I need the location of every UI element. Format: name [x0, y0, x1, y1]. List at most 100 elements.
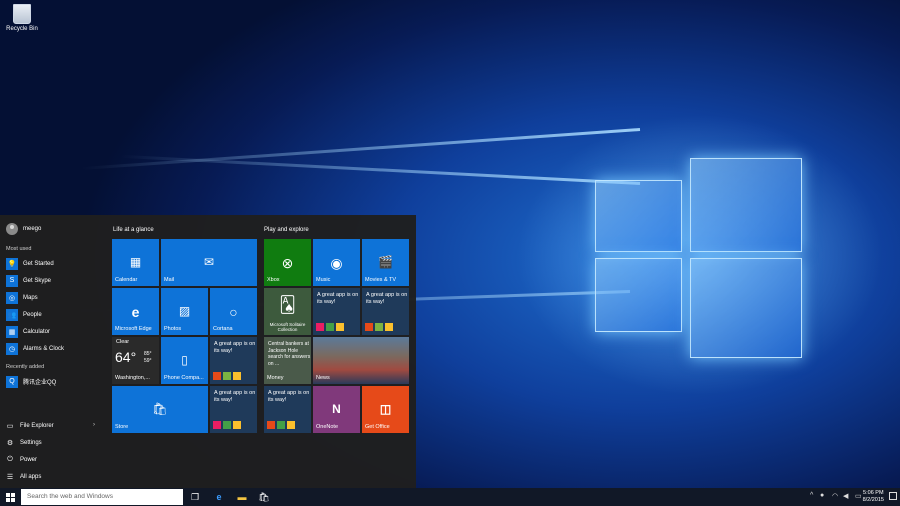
- window-logo-pane: [595, 180, 682, 252]
- app-get-skype[interactable]: S Get Skype: [6, 274, 51, 287]
- start-menu: meego Most used 💡 Get Started S Get Skyp…: [0, 215, 416, 488]
- recycle-bin-icon[interactable]: Recycle Bin: [4, 4, 40, 32]
- tile-promo[interactable]: A great app is on its way!: [313, 288, 360, 335]
- tile-label: Music: [316, 277, 331, 283]
- all-apps-button[interactable]: ☰ All apps: [6, 473, 42, 481]
- tile-label: Store: [115, 424, 129, 430]
- settings-button[interactable]: ⚙ Settings: [6, 439, 42, 447]
- lightbulb-icon: 💡: [6, 257, 18, 270]
- store-icon[interactable]: 🛍: [258, 491, 270, 503]
- tile-promo[interactable]: A great app is on its way!: [362, 288, 409, 335]
- money-headline: Central bankers at Jackson Hole search f…: [268, 341, 311, 367]
- tile-label: Cortana: [213, 326, 233, 332]
- tile-xbox[interactable]: ⊗ Xbox: [264, 239, 311, 286]
- window-logo-pane: [690, 158, 802, 252]
- folder-icon[interactable]: ▬: [236, 491, 248, 503]
- weather-high-low: 85° 59°: [144, 351, 152, 365]
- window-logo-pane: [690, 258, 802, 358]
- promo-text: A great app is on its way!: [317, 292, 359, 305]
- network-icon[interactable]: ●: [820, 492, 824, 499]
- weather-temp: 64°: [115, 349, 137, 365]
- xbox-icon: ⊗: [281, 254, 294, 271]
- tile-edge[interactable]: e Microsoft Edge: [112, 288, 159, 335]
- bottom-label: Power: [20, 457, 38, 463]
- weather-condition: Clear: [116, 339, 130, 345]
- gear-icon: ⚙: [6, 440, 14, 447]
- promo-text: A great app is on its way!: [268, 390, 310, 403]
- chevron-right-icon[interactable]: ›: [93, 422, 95, 428]
- power-button[interactable]: ⏻ Power: [6, 456, 37, 464]
- tile-label: Movies & TV: [365, 277, 397, 283]
- start-button[interactable]: [0, 488, 20, 506]
- avatar: [6, 223, 18, 235]
- action-center-icon[interactable]: [889, 492, 897, 500]
- tile-calendar[interactable]: ▦ Calendar: [112, 239, 159, 286]
- tile-store[interactable]: 🛍 Store: [112, 386, 208, 433]
- tile-mail[interactable]: ✉ Mail: [161, 239, 257, 286]
- tile-movies-tv[interactable]: 🎬 Movies & TV: [362, 239, 409, 286]
- chevron-up-icon[interactable]: ^: [810, 492, 813, 499]
- tile-news[interactable]: News: [313, 337, 409, 384]
- app-label: Get Started: [23, 260, 54, 267]
- people-icon: 👥: [6, 308, 18, 321]
- start-left-column: meego Most used 💡 Get Started S Get Skyp…: [0, 215, 104, 488]
- mail-icon: ✉: [203, 254, 215, 269]
- group-life-label: Life at a glance: [113, 227, 154, 233]
- window-logo-pane: [595, 258, 682, 332]
- power-icon: ⏻: [7, 456, 13, 463]
- tile-onenote[interactable]: N OneNote: [313, 386, 360, 433]
- promo-text: A great app is on its way!: [366, 292, 408, 305]
- edge-icon[interactable]: e: [213, 491, 225, 503]
- tile-label: Calendar: [115, 277, 138, 283]
- tile-photos[interactable]: ▨ Photos: [161, 288, 208, 335]
- light-beam: [120, 154, 641, 185]
- office-icon: ◫: [379, 401, 392, 416]
- bottom-label: Settings: [20, 440, 42, 446]
- most-used-label: Most used: [6, 246, 32, 252]
- clock[interactable]: 5:06 PM 8/2/2015: [863, 490, 884, 504]
- search-input[interactable]: Search the web and Windows: [21, 489, 183, 505]
- tile-label: Mail: [164, 277, 175, 283]
- skype-icon: S: [6, 274, 18, 287]
- tile-label: News: [316, 375, 330, 381]
- map-icon: ◎: [6, 291, 18, 304]
- app-tencent-qq[interactable]: Q 腾讯企业QQ: [6, 375, 56, 388]
- app-alarms-clock[interactable]: ◷ Alarms & Clock: [6, 342, 64, 355]
- volume-icon[interactable]: ◀: [843, 492, 848, 500]
- app-label: People: [23, 311, 42, 318]
- app-label: Maps: [23, 294, 38, 301]
- app-thumbnails: [316, 323, 344, 331]
- app-label: 腾讯企业QQ: [23, 380, 57, 386]
- app-label: Alarms & Clock: [23, 345, 65, 352]
- app-calculator[interactable]: ▦ Calculator: [6, 325, 50, 338]
- phone-icon: ▯: [181, 352, 188, 367]
- chat-icon[interactable]: ▭: [855, 492, 862, 500]
- wifi-icon[interactable]: ◠: [832, 492, 838, 500]
- tile-get-office[interactable]: ◫ Get Office: [362, 386, 409, 433]
- tile-promo[interactable]: A great app is on its way!: [264, 386, 311, 433]
- tile-music[interactable]: ◉ Music: [313, 239, 360, 286]
- user-name: meego: [23, 226, 42, 232]
- app-thumbnails: [213, 372, 241, 380]
- tile-money[interactable]: Central bankers at Jackson Hole search f…: [264, 337, 311, 384]
- app-maps[interactable]: ◎ Maps: [6, 291, 38, 304]
- tile-weather[interactable]: Clear 64° 85° 59° Washington,...: [112, 337, 159, 384]
- photos-icon: ▨: [178, 303, 191, 318]
- app-people[interactable]: 👥 People: [6, 308, 42, 321]
- file-explorer-button[interactable]: ▭ File Explorer: [6, 422, 54, 430]
- light-beam: [81, 128, 641, 171]
- tile-solitaire[interactable]: 🂡 Microsoft Solitaire Collection: [264, 288, 311, 335]
- music-icon: ◉: [330, 254, 343, 271]
- qq-icon: Q: [6, 375, 18, 388]
- task-view-icon[interactable]: ❐: [189, 491, 201, 503]
- app-thumbnails: [213, 421, 241, 429]
- tile-promo[interactable]: A great app is on its way!: [210, 337, 257, 384]
- tile-promo[interactable]: A great app is on its way!: [210, 386, 257, 433]
- trash-icon: [13, 4, 31, 24]
- tile-cortana[interactable]: ○ Cortana: [210, 288, 257, 335]
- app-get-started[interactable]: 💡 Get Started: [6, 257, 54, 270]
- bottom-label: File Explorer: [20, 423, 54, 429]
- tile-phone-companion[interactable]: ▯ Phone Compa...: [161, 337, 208, 384]
- user-account[interactable]: meego: [6, 223, 41, 235]
- calculator-icon: ▦: [6, 325, 18, 338]
